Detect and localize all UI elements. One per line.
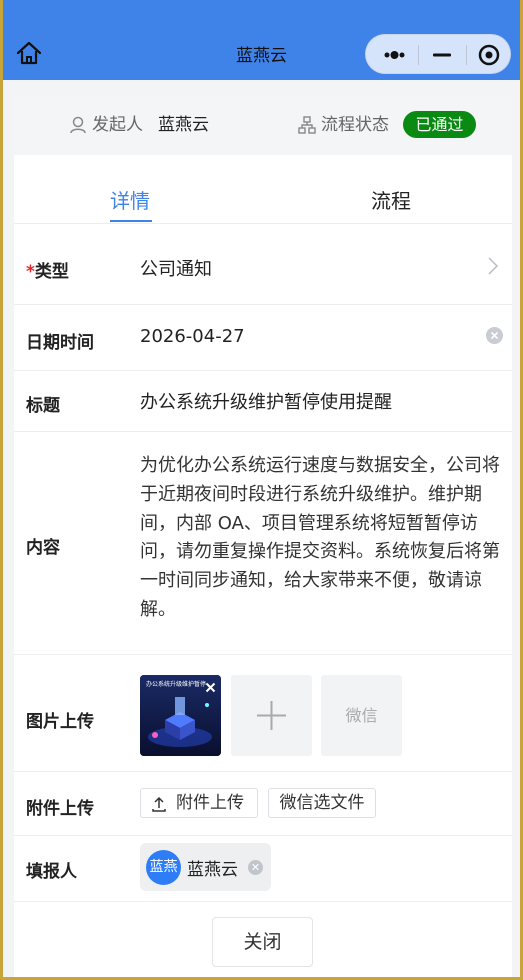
attachment-upload-label: 附件上传 [176,793,244,813]
thumbnail-caption: 办公系统升级维护暂停 [146,681,207,688]
target-close-icon[interactable] [469,35,509,75]
capsule-divider [418,45,419,65]
datetime-label: 日期时间 [26,333,94,353]
title-value: 办公系统升级维护暂停使用提醒 [140,392,392,413]
reporter-name: 蓝燕云 [187,860,238,880]
remove-image-icon[interactable] [205,678,216,697]
add-image-button[interactable] [231,675,312,756]
remove-person-icon[interactable]: ✕ [248,860,263,875]
upload-icon [151,794,167,822]
content-value: 为优化办公系统运行速度与数据安全，公司将于近期夜间时段进行系统升级维护。维护期间… [140,455,500,620]
clear-icon[interactable] [486,327,503,344]
tab-details[interactable]: 详情 [110,185,150,214]
attachment-upload-button[interactable]: 附件上传 [140,788,258,818]
row-divider [14,771,512,772]
process-info-bar: 发起人 蓝燕云 流程状态 已通过 [14,95,512,155]
attachment-label: 附件上传 [26,799,94,819]
app-header: 蓝燕云 [0,0,523,80]
chevron-right-icon [487,256,499,280]
wechat-file-button[interactable]: 微信选文件 [268,788,376,818]
initiator-value: 蓝燕云 [158,115,209,135]
plus-icon [255,699,288,736]
avatar: 蓝燕 [146,850,181,885]
minimize-icon[interactable] [422,35,462,75]
initiator-label: 发起人 [92,115,143,135]
tab-process[interactable]: 流程 [371,185,411,214]
type-label: *类型 [26,262,69,282]
row-divider [14,835,512,836]
wechat-image-button[interactable]: 微信 [321,675,402,756]
close-button[interactable]: 关闭 [212,917,313,967]
mini-program-capsule [365,34,511,74]
required-mark: * [26,262,35,282]
row-divider [14,654,512,655]
page-body: 发起人 蓝燕云 流程状态 已通过 详情 流程 *类型 公司通知 日期时间 202… [3,80,520,980]
type-value: 公司通知 [140,259,212,280]
image-upload-label: 图片上传 [26,712,94,732]
content-label: 内容 [26,538,60,558]
datetime-value: 2026-04-27 [140,326,245,347]
detail-card: 发起人 蓝燕云 流程状态 已通过 详情 流程 *类型 公司通知 日期时间 202… [14,95,512,980]
title-label: 标题 [26,396,60,416]
more-dots-icon[interactable] [374,35,414,75]
footer-divider [14,901,512,902]
user-icon [69,114,87,142]
title-field-row[interactable]: 标题 办公系统升级维护暂停使用提醒 [14,371,512,431]
datetime-field-row[interactable]: 日期时间 2026-04-27 [14,305,512,370]
status-label: 流程状态 [321,115,389,135]
type-field-row[interactable]: *类型 公司通知 [14,224,512,304]
reporter-chip: 蓝燕 蓝燕云 ✕ [140,843,271,891]
capsule-divider [466,45,467,65]
uploaded-image-thumbnail[interactable]: 办公系统升级维护暂停 [140,675,221,756]
tab-active-indicator [110,220,152,222]
status-badge: 已通过 [403,111,476,138]
org-chart-icon [298,114,316,142]
reporter-label: 填报人 [26,862,77,882]
